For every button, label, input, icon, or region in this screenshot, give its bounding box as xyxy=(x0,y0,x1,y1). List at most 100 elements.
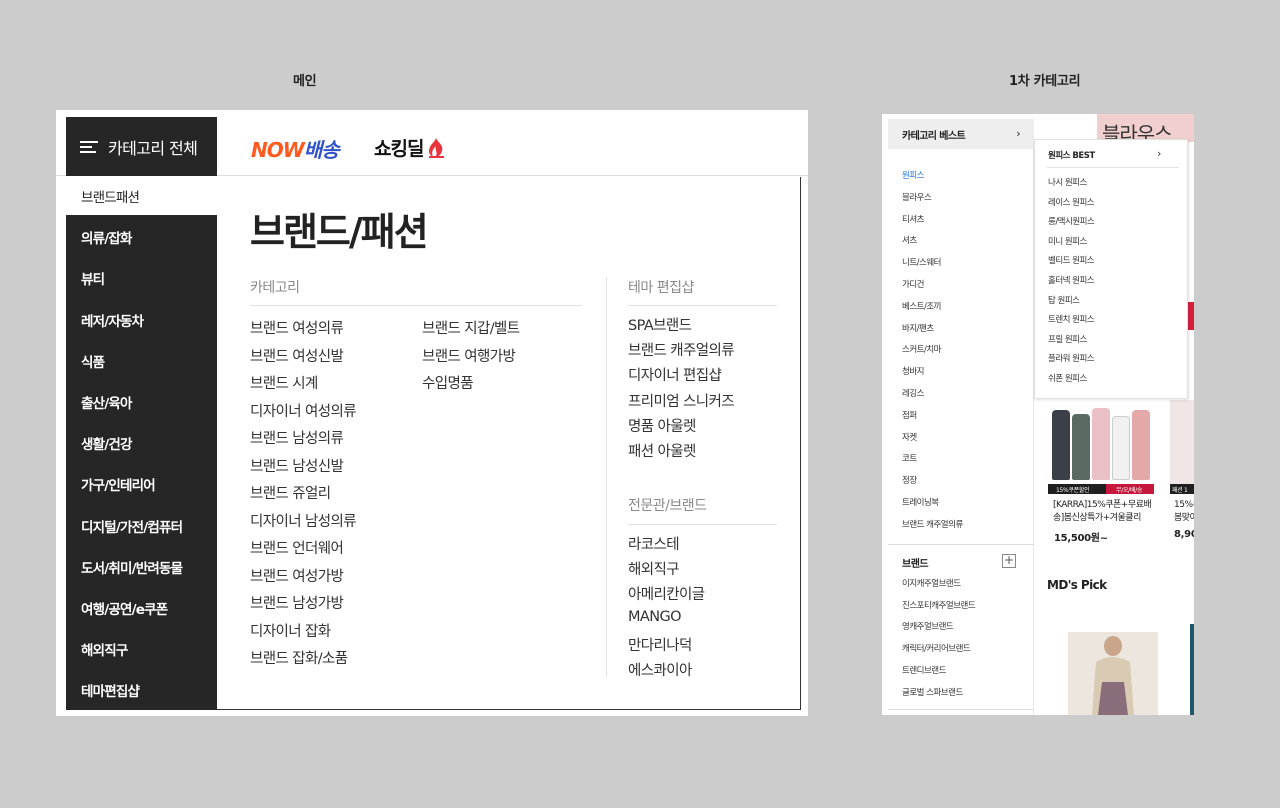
product-image[interactable] xyxy=(1048,400,1154,484)
submenu-item[interactable]: 플라워 원피스 xyxy=(1048,352,1095,364)
category-item[interactable]: 스커트/치마 xyxy=(902,343,941,355)
category-link[interactable]: 브랜드 여성신발 xyxy=(250,345,344,366)
category-item[interactable]: 코트 xyxy=(902,452,917,464)
specialty-link[interactable]: MANGO xyxy=(628,609,682,625)
sidebar-item-8[interactable]: 디지털/가전/컴퓨터 xyxy=(66,507,217,545)
section-divider xyxy=(628,305,777,306)
pick-side-image xyxy=(1190,624,1194,715)
chevron-right-icon[interactable]: › xyxy=(1157,147,1161,160)
first-category-frame: 블라우스 15%쿠폰할인 무/오/배/송 패션 1 [KARRA]15%쿠폰+무… xyxy=(882,114,1194,715)
product-name[interactable]: 15%쿠 봄맞이 xyxy=(1174,499,1194,525)
submenu-item[interactable]: 트렌치 원피스 xyxy=(1048,313,1095,325)
submenu-item[interactable]: 탑 원피스 xyxy=(1048,294,1080,306)
specialty-section-header: 전문관/브랜드 xyxy=(628,498,707,514)
product-badge: 패션 1 xyxy=(1170,484,1194,494)
product-name[interactable]: [KARRA]15%쿠폰+무료배 송]봄신상특가+겨울클리 xyxy=(1053,499,1152,525)
specialty-link[interactable]: 해외직구 xyxy=(628,558,680,579)
sidebar-item-3[interactable]: 레저/자동차 xyxy=(66,301,217,339)
sidebar-item-10[interactable]: 여행/공연/e쿠폰 xyxy=(66,589,217,627)
specialty-link[interactable]: 라코스테 xyxy=(628,533,680,554)
submenu-item[interactable]: 롱/맥시원피스 xyxy=(1048,215,1095,227)
category-section-header: 카테고리 xyxy=(250,280,300,296)
category-item[interactable]: 블라우스 xyxy=(902,191,932,203)
product-price: 8,90 xyxy=(1174,529,1194,540)
submenu-item[interactable]: 쉬폰 원피스 xyxy=(1048,372,1087,384)
category-item[interactable]: 브랜드 캐주얼의류 xyxy=(902,518,963,530)
brand-item[interactable]: 영캐주얼브랜드 xyxy=(902,620,954,632)
brand-header: 브랜드 xyxy=(902,559,929,570)
brand-item[interactable]: 이지캐주얼브랜드 xyxy=(902,577,961,589)
theme-link[interactable]: 명품 아울렛 xyxy=(628,415,696,436)
category-item[interactable]: 베스트/조끼 xyxy=(902,300,941,312)
category-item[interactable]: 청바지 xyxy=(902,365,924,377)
category-link[interactable]: 디자이너 남성의류 xyxy=(250,510,357,531)
category-best-button[interactable]: 카테고리 베스트 › xyxy=(888,119,1034,149)
category-link[interactable]: 수입명품 xyxy=(422,372,474,393)
category-link[interactable]: 브랜드 남성의류 xyxy=(250,427,344,448)
category-link[interactable]: 브랜드 여성가방 xyxy=(250,565,344,586)
submenu-item[interactable]: 미니 원피스 xyxy=(1048,235,1087,247)
sidebar-item-11[interactable]: 해외직구 xyxy=(66,630,217,668)
sidebar-item-9[interactable]: 도서/취미/반려동물 xyxy=(66,548,217,586)
category-link[interactable]: 브랜드 쥬얼리 xyxy=(250,482,331,503)
brand-item[interactable]: 진스포티캐주얼브랜드 xyxy=(902,599,976,611)
now-delivery-logo[interactable]: NOW배송 xyxy=(251,134,340,163)
category-item[interactable]: 셔츠 xyxy=(902,234,917,246)
submenu-item[interactable]: 프릴 원피스 xyxy=(1048,333,1087,345)
category-item[interactable]: 니트/스웨터 xyxy=(902,256,941,268)
specialty-link[interactable]: 아메리칸이글 xyxy=(628,583,705,604)
all-category-button[interactable]: 카테고리 전체 xyxy=(66,117,217,176)
category-item[interactable]: 트레이닝복 xyxy=(902,496,939,508)
category-link[interactable]: 브랜드 잡화/소품 xyxy=(250,647,348,668)
category-item[interactable]: 레깅스 xyxy=(902,387,924,399)
theme-link[interactable]: 디자이너 편집샵 xyxy=(628,364,722,385)
sidebar-item-7[interactable]: 가구/인테리어 xyxy=(66,465,217,503)
background-accent xyxy=(1188,302,1194,330)
sidebar-item-0[interactable]: 브랜드패션 xyxy=(66,177,217,215)
category-item[interactable]: 점퍼 xyxy=(902,409,917,421)
hamburger-icon xyxy=(80,138,98,156)
category-link[interactable]: 브랜드 남성가방 xyxy=(250,592,344,613)
category-link[interactable]: 브랜드 시계 xyxy=(250,372,318,393)
brand-item[interactable]: 캐릭터/커리어브랜드 xyxy=(902,642,971,654)
brand-item[interactable]: 트렌디브랜드 xyxy=(902,664,946,676)
product-image[interactable] xyxy=(1170,400,1194,484)
category-link[interactable]: 디자이너 여성의류 xyxy=(250,400,357,421)
category-item[interactable]: 티셔츠 xyxy=(902,213,924,225)
expand-plus-icon[interactable]: + xyxy=(1002,554,1016,568)
column-divider xyxy=(606,277,607,677)
sidebar-item-1[interactable]: 의류/잡화 xyxy=(66,218,217,256)
category-link[interactable]: 브랜드 지갑/벨트 xyxy=(422,317,520,338)
brand-item[interactable]: 글로벌 스파브랜드 xyxy=(902,686,963,698)
main-header: 카테고리 전체 NOW배송 쇼킹딜 xyxy=(56,110,808,176)
submenu-item[interactable]: 레이스 원피스 xyxy=(1048,196,1095,208)
specialty-link[interactable]: 만다리나덕 xyxy=(628,634,692,655)
submenu-item[interactable]: 나시 원피스 xyxy=(1048,176,1087,188)
divider xyxy=(888,544,1034,545)
sidebar-item-2[interactable]: 뷰티 xyxy=(66,259,217,297)
category-link[interactable]: 브랜드 여성의류 xyxy=(250,317,344,338)
specialty-link[interactable]: 에스콰이아 xyxy=(628,659,692,680)
category-item[interactable]: 가디건 xyxy=(902,278,924,290)
theme-link[interactable]: 프리미엄 스니커즈 xyxy=(628,390,735,411)
category-item[interactable]: 정장 xyxy=(902,474,917,486)
category-link[interactable]: 브랜드 남성신발 xyxy=(250,455,344,476)
submenu-item[interactable]: 홀터넥 원피스 xyxy=(1048,274,1095,286)
sidebar-item-4[interactable]: 식품 xyxy=(66,342,217,380)
submenu-best-link[interactable]: 원피스 BEST xyxy=(1048,149,1095,161)
theme-link[interactable]: 패션 아울렛 xyxy=(628,440,696,461)
theme-link[interactable]: 브랜드 캐주얼의류 xyxy=(628,339,735,360)
category-link[interactable]: 브랜드 여행가방 xyxy=(422,345,516,366)
category-link[interactable]: 디자이너 잡화 xyxy=(250,620,331,641)
sidebar-item-12[interactable]: 테마편집샵 xyxy=(66,671,217,709)
sidebar-item-5[interactable]: 출산/육아 xyxy=(66,383,217,421)
shocking-deal-logo[interactable]: 쇼킹딜 xyxy=(374,134,447,161)
category-item[interactable]: 바지/팬츠 xyxy=(902,322,934,334)
sidebar-item-6[interactable]: 생활/건강 xyxy=(66,424,217,462)
category-item[interactable]: 자켓 xyxy=(902,431,917,443)
category-item[interactable]: 원피스 xyxy=(902,169,924,181)
pick-product-image[interactable] xyxy=(1068,632,1158,715)
category-link[interactable]: 브랜드 언더웨어 xyxy=(250,537,344,558)
submenu-item[interactable]: 벨티드 원피스 xyxy=(1048,254,1095,266)
theme-link[interactable]: SPA브랜드 xyxy=(628,314,692,335)
